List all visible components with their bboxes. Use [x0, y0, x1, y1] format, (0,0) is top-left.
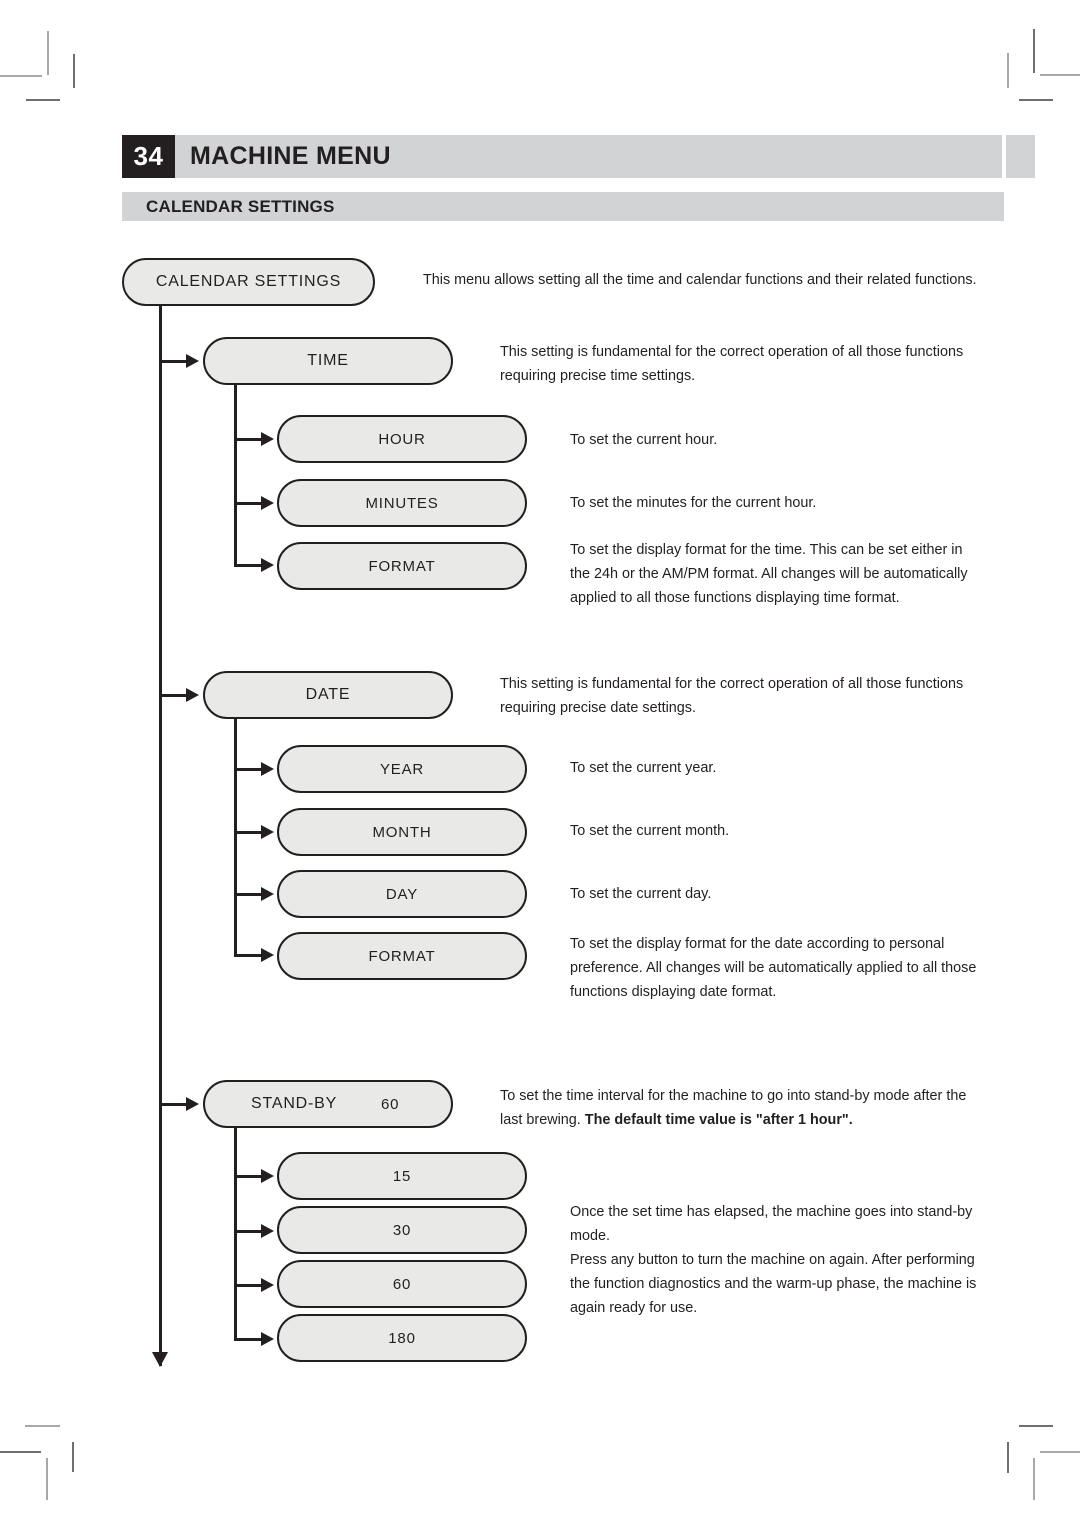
- arrow-hour-icon: [261, 432, 274, 446]
- node-date-format[interactable]: FORMAT: [277, 932, 527, 980]
- node-standby-180[interactable]: 180: [277, 1314, 527, 1362]
- desc-hour: To set the current hour.: [570, 432, 718, 448]
- arrow-standby-60-icon: [261, 1278, 274, 1292]
- desc-time-format: To set the display format for the time. …: [570, 542, 968, 606]
- node-standby-15[interactable]: 15: [277, 1152, 527, 1200]
- node-time[interactable]: TIME: [203, 337, 453, 385]
- desc-year: To set the current year.: [570, 760, 717, 776]
- arrow-time-format-icon: [261, 558, 274, 572]
- node-label: 30: [392, 1221, 412, 1239]
- node-label: 60: [392, 1275, 412, 1293]
- connector-date-format: [234, 954, 264, 957]
- node-label: FORMAT: [368, 947, 436, 965]
- desc-date: This setting is fundamental for the corr…: [500, 676, 964, 716]
- connector-date: [159, 694, 189, 697]
- subtrunk-date: [234, 717, 237, 956]
- trunk-line: [159, 304, 162, 1366]
- arrow-day-icon: [261, 887, 274, 901]
- desc-standby-mode: Once the set time has elapsed, the machi…: [570, 1204, 973, 1244]
- arrow-standby-30-icon: [261, 1224, 274, 1238]
- connector-year: [234, 768, 264, 771]
- connector-standby-180: [234, 1338, 264, 1341]
- arrow-standby-180-icon: [261, 1332, 274, 1346]
- subtrunk-standby: [234, 1126, 237, 1339]
- arrow-date-format-icon: [261, 948, 274, 962]
- node-label: TIME: [307, 352, 349, 369]
- connector-standby-60: [234, 1284, 264, 1287]
- node-time-format[interactable]: FORMAT: [277, 542, 527, 590]
- node-label: 15: [392, 1167, 412, 1185]
- node-label: FORMAT: [368, 557, 436, 575]
- arrow-month-icon: [261, 825, 274, 839]
- node-date[interactable]: DATE: [203, 671, 453, 719]
- node-year[interactable]: YEAR: [277, 745, 527, 793]
- node-value: 60: [381, 1095, 400, 1113]
- connector-time: [159, 360, 189, 363]
- connector-standby-15: [234, 1175, 264, 1178]
- node-standby-60[interactable]: 60: [277, 1260, 527, 1308]
- node-month[interactable]: MONTH: [277, 808, 527, 856]
- node-label: DATE: [305, 686, 351, 703]
- desc-day: To set the current day.: [570, 886, 712, 902]
- desc-calendar-settings: This menu allows setting all the time an…: [423, 272, 977, 288]
- connector-hour: [234, 438, 264, 441]
- connector-month: [234, 831, 264, 834]
- desc-month: To set the current month.: [570, 823, 730, 839]
- node-label: MINUTES: [365, 494, 439, 512]
- arrow-time-icon: [186, 354, 199, 368]
- desc-time: This setting is fundamental for the corr…: [500, 344, 964, 384]
- node-label: STAND-BY: [251, 1095, 338, 1112]
- arrow-date-icon: [186, 688, 199, 702]
- arrow-minutes-icon: [261, 496, 274, 510]
- node-standby[interactable]: STAND-BY 60: [203, 1080, 453, 1128]
- node-label: 180: [388, 1329, 416, 1347]
- node-day[interactable]: DAY: [277, 870, 527, 918]
- connector-standby-30: [234, 1230, 264, 1233]
- node-calendar-settings[interactable]: CALENDAR SETTINGS: [122, 258, 375, 306]
- connector-standby: [159, 1103, 189, 1106]
- arrow-standby-15-icon: [261, 1169, 274, 1183]
- node-label: DAY: [385, 885, 419, 903]
- calendar-settings-flowchart: CALENDAR SETTINGS This menu allows setti…: [0, 0, 1080, 1527]
- desc-date-format: To set the display format for the date a…: [570, 936, 977, 1000]
- arrow-year-icon: [261, 762, 274, 776]
- connector-time-format: [234, 564, 264, 567]
- node-minutes[interactable]: MINUTES: [277, 479, 527, 527]
- trunk-end-arrow-icon: [152, 1352, 168, 1367]
- subtrunk-time: [234, 383, 237, 566]
- desc-standby: To set the time interval for the machine…: [500, 1084, 980, 1132]
- arrow-standby-icon: [186, 1097, 199, 1111]
- node-label: HOUR: [378, 430, 426, 448]
- node-standby-30[interactable]: 30: [277, 1206, 527, 1254]
- node-label: MONTH: [372, 823, 432, 841]
- node-hour[interactable]: HOUR: [277, 415, 527, 463]
- node-label: YEAR: [379, 760, 425, 778]
- desc-standby-bold: The default time value is "after 1 hour"…: [584, 1112, 853, 1128]
- connector-minutes: [234, 502, 264, 505]
- desc-standby-wakeup: Press any button to turn the machine on …: [570, 1252, 977, 1316]
- connector-day: [234, 893, 264, 896]
- desc-minutes: To set the minutes for the current hour.: [570, 495, 817, 511]
- node-label: CALENDAR SETTINGS: [155, 273, 342, 290]
